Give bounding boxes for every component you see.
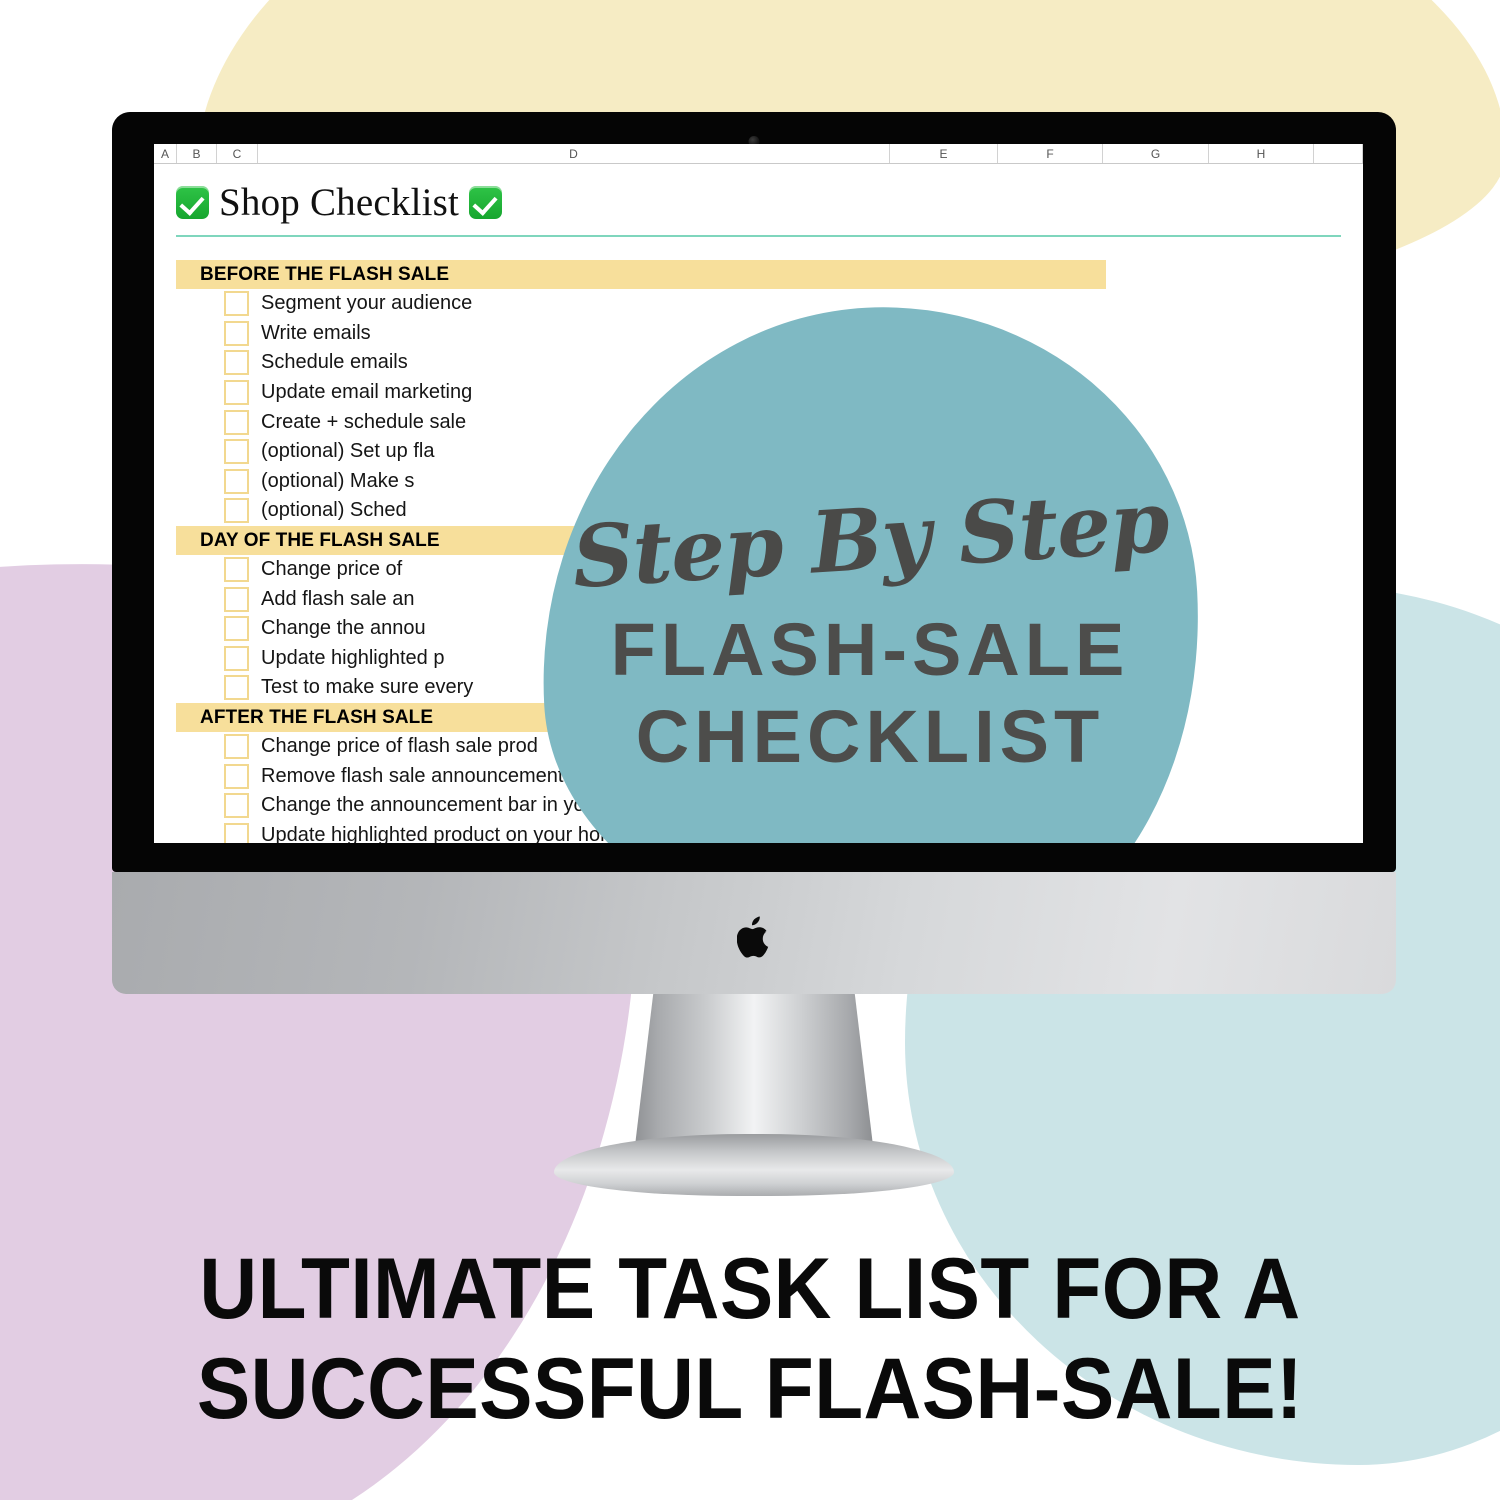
imac-computer: A B C D E F G H Shop Checklist BEFORE TH… — [112, 112, 1396, 1208]
checkbox[interactable] — [224, 350, 249, 376]
column-header-g[interactable]: G — [1103, 144, 1209, 163]
task-label: Update highlighted p — [261, 646, 445, 669]
task-label: Change price of flash sale prod — [261, 735, 538, 758]
column-header-d[interactable]: D — [258, 144, 890, 163]
checkbox[interactable] — [224, 291, 249, 317]
badge-title-line-2: CHECKLIST — [635, 695, 1105, 778]
badge-title-line-1: FLASH-SALE — [610, 607, 1130, 691]
checkbox[interactable] — [224, 763, 249, 789]
section-heading-before: BEFORE THE FLASH SALE — [176, 260, 1106, 289]
task-label: Write emails — [261, 321, 371, 344]
checkbox[interactable] — [224, 557, 249, 583]
headline-line-1: ULTIMATE TASK LIST FOR A — [199, 1241, 1301, 1337]
checkbox[interactable] — [224, 734, 249, 760]
column-header-overflow — [1314, 144, 1363, 163]
task-label: (optional) Make s — [261, 469, 415, 492]
task-label: (optional) Set up fla — [261, 440, 435, 463]
green-check-emoji-right — [469, 186, 503, 219]
monitor-chin — [112, 872, 1396, 994]
page-title: Shop Checklist — [219, 181, 460, 224]
checkbox[interactable] — [224, 586, 249, 612]
task-label: Remove flash sale announcement — [261, 764, 564, 787]
checkbox[interactable] — [224, 645, 249, 671]
task-label: Change the annou — [261, 617, 426, 640]
column-header-f[interactable]: F — [998, 144, 1103, 163]
task-label: Change price of — [261, 558, 403, 581]
checkbox[interactable] — [224, 380, 249, 406]
task-label: Test to make sure every — [261, 676, 474, 699]
checkbox[interactable] — [224, 793, 249, 819]
task-label: Schedule emails — [261, 351, 408, 374]
task-label: Add flash sale an — [261, 587, 415, 610]
column-header-h[interactable]: H — [1209, 144, 1314, 163]
monitor-stand-neck — [634, 994, 874, 1154]
checkbox[interactable] — [224, 822, 249, 843]
monitor-stand-base — [554, 1134, 954, 1196]
checkbox[interactable] — [224, 439, 249, 465]
checkbox[interactable] — [224, 498, 249, 524]
screen-viewport: A B C D E F G H Shop Checklist BEFORE TH… — [154, 144, 1363, 843]
checkbox[interactable] — [224, 320, 249, 346]
task-label: Update email marketing — [261, 381, 473, 404]
green-check-emoji-left — [176, 186, 209, 219]
apple-logo-icon — [737, 916, 769, 958]
checkbox[interactable] — [224, 468, 249, 494]
checkbox[interactable] — [224, 616, 249, 642]
badge-script-text: Step By Step — [569, 471, 1171, 608]
column-header-b[interactable]: B — [177, 144, 217, 163]
sheet-title-row: Shop Checklist — [154, 164, 1363, 233]
column-header-a[interactable]: A — [154, 144, 177, 163]
task-label: (optional) Sched — [261, 499, 407, 522]
checkbox[interactable] — [224, 409, 249, 435]
checkbox[interactable] — [224, 675, 249, 701]
monitor-bezel: A B C D E F G H Shop Checklist BEFORE TH… — [112, 112, 1396, 872]
column-header-e[interactable]: E — [890, 144, 998, 163]
headline-line-2: SUCCESSFUL FLASH-SALE! — [196, 1340, 1304, 1437]
task-label: Create + schedule sale — [261, 410, 467, 433]
bottom-headline: ULTIMATE TASK LIST FOR A SUCCESSFUL FLAS… — [53, 1240, 1448, 1440]
task-label: Segment your audience — [261, 292, 473, 315]
flash-sale-checklist-badge: Step By Step FLASH-SALE CHECKLIST — [524, 291, 1216, 843]
spreadsheet-column-headers: A B C D E F G H — [154, 144, 1363, 164]
column-header-c[interactable]: C — [217, 144, 258, 163]
